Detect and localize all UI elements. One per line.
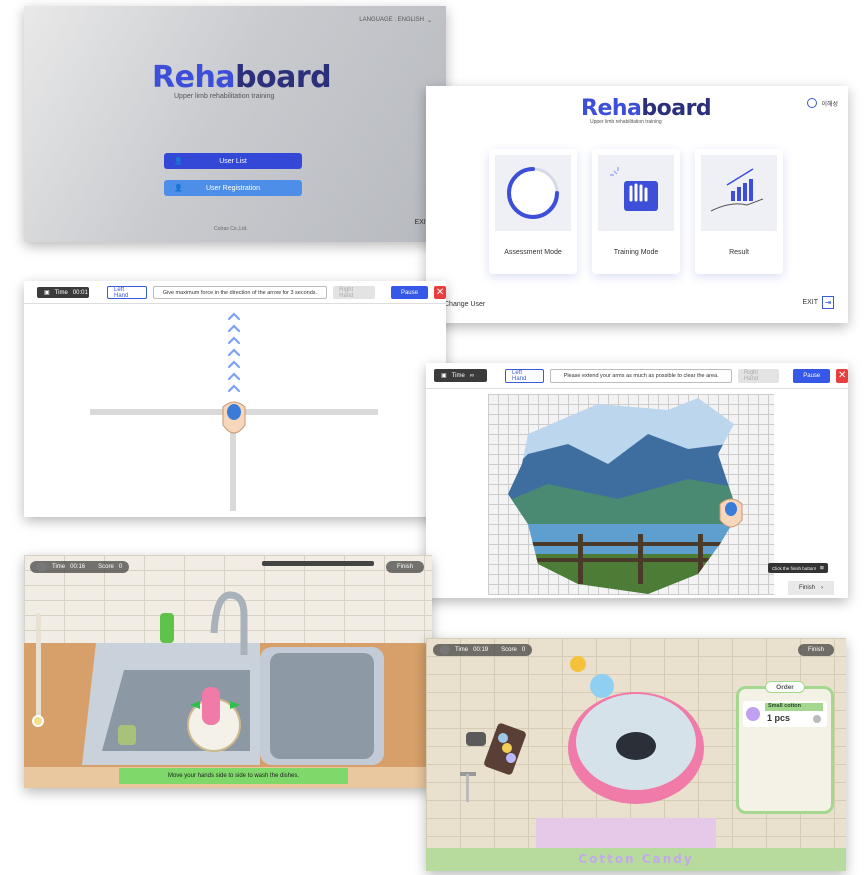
language-label: LANGUAGE : ENGLISH	[359, 17, 424, 23]
close-button[interactable]: ✕	[434, 286, 446, 299]
left-hand-button[interactable]: Left Hand	[505, 368, 545, 383]
add-user-icon: 👤	[174, 185, 183, 192]
area-clear-screen: ▣ Time ∞ Left Hand Please extend your ar…	[426, 363, 848, 598]
order-item: Small cotton 1 pcs	[743, 701, 827, 727]
right-hand-button[interactable]: Right Hand	[333, 286, 375, 299]
logo-board: board	[641, 96, 712, 121]
assessment-mode-card[interactable]: Assessment Mode	[489, 149, 577, 274]
order-title: Order	[765, 681, 805, 693]
timer-icon: ▣	[441, 373, 447, 379]
order-item-qty: 1 pcs	[767, 713, 791, 723]
app-logo: Rehaboard	[152, 60, 332, 95]
hand-icon	[222, 401, 246, 434]
remove-icon[interactable]	[813, 715, 821, 723]
result-label: Result	[729, 249, 749, 256]
result-card[interactable]: Result	[695, 149, 783, 274]
finish-label: Finish	[798, 585, 815, 591]
mat-title: Cotton Candy	[578, 852, 694, 866]
close-icon: ✕	[837, 370, 847, 381]
assessment-mode-label: Assessment Mode	[504, 249, 562, 256]
user-icon: 👤	[174, 158, 183, 165]
sink-scene	[82, 591, 384, 765]
finish-button[interactable]: Finish ›	[788, 581, 834, 595]
pause-button[interactable]: Pause	[793, 368, 831, 383]
mode-select-screen: Rehaboard Upper limb rehabilitation trai…	[426, 86, 848, 323]
close-icon: ⊠	[820, 565, 824, 570]
cotton-candy-icon	[746, 707, 760, 721]
user-profile[interactable]: 이해성	[807, 98, 838, 108]
change-user-label: Change User	[444, 300, 486, 308]
logo-reha: Reha	[152, 60, 236, 95]
user-list-button[interactable]: 👤 User List	[164, 153, 302, 169]
instruction-banner: Move your hands side to side to wash the…	[119, 768, 348, 784]
user-registration-button[interactable]: 👤 User Registration	[164, 180, 302, 196]
instruction-text: Please extend your arms as much as possi…	[550, 368, 732, 383]
training-mode-card[interactable]: Training Mode	[592, 149, 680, 274]
grid-board	[488, 394, 774, 595]
assessment-controls: ▣ Time 00:01 Left Hand Give maximum forc…	[37, 286, 446, 299]
exit-label: EXIT	[802, 299, 818, 306]
tooltip-text: Click the finish button!	[772, 565, 817, 571]
assessment-screen: ▣ Time 00:01 Left Hand Give maximum forc…	[24, 281, 446, 517]
timer: ▣ Time 00:01	[37, 287, 89, 298]
gauge-icon	[507, 167, 559, 219]
order-panel: Order Small cotton 1 pcs	[736, 681, 834, 814]
app-subtitle: Upper limb rehabilitation training	[174, 93, 275, 100]
username: 이해성	[821, 101, 838, 108]
hand-board-icon	[610, 167, 658, 211]
assessment-illustration	[495, 155, 571, 231]
close-button[interactable]: ✕	[836, 368, 848, 383]
finish-tooltip: Click the finish button! ⊠	[768, 563, 828, 573]
timer-icon: ▣	[44, 290, 50, 296]
exit-icon: ⇥	[822, 296, 834, 309]
time-value: 00:01	[72, 289, 88, 296]
training-illustration	[598, 155, 674, 231]
result-illustration	[701, 155, 777, 231]
app-logo: Rehaboard	[581, 96, 712, 121]
logo-board: board	[235, 60, 332, 95]
cotton-candy-game: Time 00:19 Score 0 Finish Cotton Candy O…	[426, 638, 846, 871]
left-hand-button[interactable]: Left Hand	[107, 286, 147, 299]
copyright-text: Cotras Co.,Ltd.	[214, 226, 248, 232]
language-selector[interactable]: LANGUAGE : ENGLISH ⌄	[359, 17, 432, 24]
chart-hand-icon	[710, 168, 764, 212]
chevron-right-icon: ›	[821, 585, 823, 591]
exit-button[interactable]: EXIT ⇥	[802, 296, 834, 309]
instruction-text: Give maximum force in the direction of t…	[152, 286, 328, 299]
order-item-name: Small cotton	[765, 703, 823, 711]
timer: ▣ Time ∞	[434, 369, 488, 382]
direction-arrows-icon	[227, 312, 241, 393]
profile-icon	[807, 98, 818, 108]
logo-reha: Reha	[581, 96, 642, 121]
dish-washing-game: Time 00:16 Score 0 Finish Move your hand…	[24, 555, 432, 788]
right-hand-button[interactable]: Right Hand	[737, 368, 780, 383]
app-subtitle: Upper limb rehabilitation training	[590, 119, 662, 125]
close-icon: ✕	[435, 287, 445, 298]
user-list-label: User List	[219, 157, 247, 165]
puzzle-controls: ▣ Time ∞ Left Hand Please extend your ar…	[434, 368, 848, 383]
time-label: Time	[451, 372, 465, 379]
time-value: ∞	[469, 372, 475, 379]
user-registration-label: User Registration	[205, 184, 261, 192]
login-screen: LANGUAGE : ENGLISH ⌄ Rehaboard Upper lim…	[24, 6, 446, 242]
pause-button[interactable]: Pause	[390, 286, 429, 299]
hand-icon	[719, 498, 743, 528]
time-label: Time	[54, 289, 68, 296]
chevron-down-icon: ⌄	[426, 18, 432, 24]
training-mode-label: Training Mode	[613, 249, 659, 256]
